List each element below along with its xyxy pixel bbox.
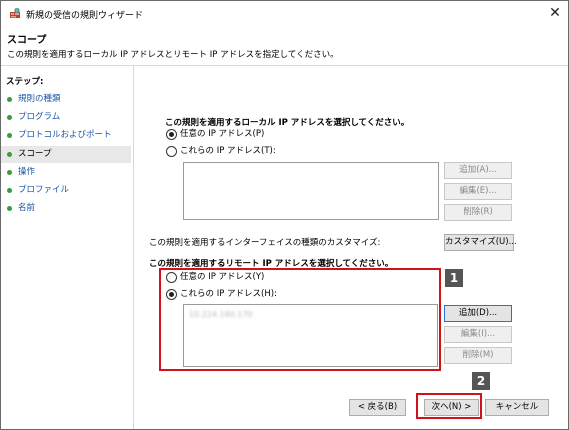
back-button[interactable]: < 戻る(B) (349, 399, 406, 416)
highlight-box-next (416, 393, 482, 419)
step-bullet-icon (7, 97, 12, 102)
step-bullet-icon (7, 115, 12, 120)
step-action[interactable]: 操作 (1, 164, 131, 181)
close-button[interactable]: ✕ (545, 3, 565, 23)
firewall-icon (10, 7, 20, 18)
title-bar: 新規の受信の規則ウィザード ✕ (1, 1, 568, 25)
radio-unchecked-icon (166, 146, 177, 157)
step-badge-1: 1 (445, 269, 463, 287)
local-add-button[interactable]: 追加(A)... (444, 162, 512, 179)
step-bullet-icon (7, 133, 12, 138)
customize-button[interactable]: カスタマイズ(U)... (444, 234, 517, 251)
local-remove-button[interactable]: 削除(R) (444, 204, 512, 221)
page-title: スコープ (7, 35, 47, 46)
local-edit-button[interactable]: 編集(E)... (444, 183, 512, 200)
step-bullet-icon (7, 152, 12, 157)
remote-remove-button[interactable]: 削除(M) (444, 347, 512, 364)
radio-checked-icon (166, 129, 177, 140)
remote-edit-button[interactable]: 編集(I)... (444, 326, 512, 343)
main-content: この規則を適用するローカル IP アドレスを選択してください。 任意の IP ア… (134, 66, 568, 429)
steps-label: ステップ: (6, 77, 44, 87)
steps-sidebar: ステップ: 規則の種類 プログラム プロトコルおよびポート スコープ 操作 プロ… (1, 66, 134, 429)
step-bullet-icon (7, 170, 12, 175)
cancel-button[interactable]: キャンセル (485, 399, 549, 416)
step-name[interactable]: 名前 (1, 200, 131, 217)
step-program[interactable]: プログラム (1, 109, 131, 126)
remote-add-button[interactable]: 追加(D)... (444, 305, 512, 322)
local-ip-list[interactable] (183, 162, 439, 220)
step-bullet-icon (7, 188, 12, 193)
page-header: スコープ この規則を適用するローカル IP アドレスとリモート IP アドレスを… (1, 25, 568, 66)
step-bullet-icon (7, 206, 12, 211)
wizard-window: 新規の受信の規則ウィザード ✕ スコープ この規則を適用するローカル IP アド… (0, 0, 569, 430)
step-scope[interactable]: スコープ (1, 146, 131, 163)
window-title: 新規の受信の規則ウィザード (26, 11, 144, 21)
interface-types-label: この規則を適用するインターフェイスの種類のカスタマイズ: (149, 238, 381, 248)
step-protocol-ports[interactable]: プロトコルおよびポート (1, 127, 131, 144)
close-icon: ✕ (549, 5, 561, 21)
step-profile[interactable]: プロファイル (1, 182, 131, 199)
highlight-box-remote (159, 268, 441, 371)
page-description: この規則を適用するローカル IP アドレスとリモート IP アドレスを指定してく… (7, 50, 339, 60)
step-rule-type[interactable]: 規則の種類 (1, 91, 131, 108)
step-badge-2: 2 (472, 372, 490, 390)
